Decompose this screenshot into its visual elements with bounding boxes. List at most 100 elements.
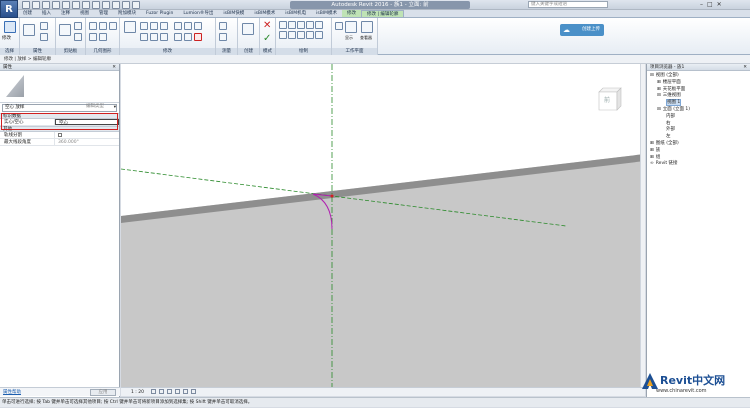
cut-geometry-icon[interactable] bbox=[99, 22, 107, 30]
expand-toggle-icon[interactable]: ⊟ bbox=[650, 73, 654, 78]
tangent-arc-icon[interactable] bbox=[288, 31, 296, 39]
ribbon-tab[interactable]: isBIM模术 bbox=[311, 10, 342, 17]
expand-toggle-icon[interactable]: ⊟ bbox=[657, 107, 661, 112]
rotate-icon[interactable] bbox=[160, 33, 168, 41]
close-icon[interactable]: ✕ bbox=[112, 64, 116, 71]
cope-icon[interactable] bbox=[89, 22, 97, 30]
rectangle-icon[interactable] bbox=[288, 21, 296, 29]
cancel-edit-icon[interactable]: ✕ bbox=[263, 21, 271, 31]
mirror-draw-icon[interactable] bbox=[160, 22, 168, 30]
ribbon-tab[interactable]: 创建 bbox=[18, 10, 37, 17]
close-button[interactable]: ✕ bbox=[717, 1, 722, 9]
align-icon[interactable] bbox=[124, 21, 136, 33]
browser-tree-item[interactable]: ∞ Revit 链接 bbox=[647, 161, 750, 168]
type-properties-icon[interactable] bbox=[40, 22, 48, 30]
dimension-icon[interactable] bbox=[219, 33, 227, 41]
trim-icon[interactable] bbox=[174, 22, 182, 30]
max-segment-angle-field[interactable]: 360.000° bbox=[55, 139, 119, 145]
browser-tree-item[interactable]: ⊞ 族 bbox=[647, 148, 750, 155]
create-icon[interactable] bbox=[242, 23, 254, 35]
browser-tree-item[interactable]: 外部 bbox=[647, 127, 750, 134]
edit-type-button[interactable]: 编辑类型 bbox=[86, 103, 104, 109]
view-cube[interactable]: 前 bbox=[595, 84, 623, 112]
print-icon[interactable] bbox=[62, 1, 70, 9]
scale-icon[interactable] bbox=[174, 33, 182, 41]
ribbon-tab[interactable]: 注释 bbox=[56, 10, 75, 17]
browser-tree-item[interactable]: ⊞ 楼层平面 bbox=[647, 80, 750, 87]
split-face-icon[interactable] bbox=[89, 33, 97, 41]
switch-windows-icon[interactable] bbox=[132, 1, 140, 9]
crop-icon[interactable] bbox=[183, 389, 189, 394]
copy-element-icon[interactable] bbox=[150, 33, 158, 41]
expand-toggle-icon[interactable]: ⊞ bbox=[657, 87, 661, 92]
copy-icon[interactable] bbox=[74, 33, 82, 41]
split-icon[interactable] bbox=[184, 22, 192, 30]
join-icon[interactable] bbox=[109, 22, 117, 30]
trajectory-segment-checkbox[interactable] bbox=[55, 132, 119, 138]
expand-toggle-icon[interactable]: ∞ bbox=[650, 161, 654, 166]
properties-icon[interactable] bbox=[23, 24, 35, 36]
expand-toggle-icon[interactable]: ⊞ bbox=[657, 80, 661, 85]
fillet-arc-icon[interactable] bbox=[297, 31, 305, 39]
delete-icon[interactable] bbox=[194, 33, 202, 41]
apply-button[interactable]: 应用 bbox=[90, 389, 116, 396]
browser-tree-item[interactable]: ⊟ 视图 (全部) bbox=[647, 73, 750, 80]
thin-lines-icon[interactable] bbox=[112, 1, 120, 9]
close-views-icon[interactable] bbox=[122, 1, 130, 9]
move-icon[interactable] bbox=[140, 33, 148, 41]
detail-level-icon[interactable] bbox=[151, 389, 157, 394]
ribbon-tab[interactable]: Lumion®导出 bbox=[178, 10, 218, 17]
browser-tree-item[interactable]: 右 bbox=[647, 121, 750, 128]
spline-icon[interactable] bbox=[306, 31, 314, 39]
mirror-axis-icon[interactable] bbox=[150, 22, 158, 30]
browser-tree-item[interactable]: 内部 bbox=[647, 114, 750, 121]
property-row[interactable]: 最大线段角度 360.000° bbox=[0, 139, 119, 146]
family-types-icon[interactable] bbox=[40, 33, 48, 41]
expand-toggle-icon[interactable]: ⊟ bbox=[657, 93, 661, 98]
cloud-upload-button[interactable]: ☁ 创建上传 bbox=[560, 24, 604, 36]
ribbon-tab[interactable]: 管理 bbox=[94, 10, 113, 17]
ribbon-tab[interactable]: 修改 | 编辑轮廓 bbox=[361, 10, 405, 17]
show-workplane-icon[interactable] bbox=[345, 21, 357, 33]
ribbon-tab[interactable]: 修改 bbox=[342, 10, 362, 17]
properties-help-link[interactable]: 属性帮助 bbox=[3, 390, 21, 395]
3d-view-icon[interactable] bbox=[92, 1, 100, 9]
paste-icon[interactable] bbox=[59, 24, 71, 36]
vertical-scrollbar[interactable] bbox=[640, 64, 645, 387]
browser-tree-item[interactable]: 视图 1 bbox=[647, 99, 750, 107]
browser-tree-item[interactable]: ⊞ 图纸 (全部) bbox=[647, 141, 750, 148]
polygon-icon[interactable] bbox=[297, 21, 305, 29]
set-workplane-icon[interactable] bbox=[335, 22, 343, 30]
line-icon[interactable] bbox=[279, 21, 287, 29]
property-row[interactable]: 轨线分割 bbox=[0, 132, 119, 139]
text-icon[interactable] bbox=[82, 1, 90, 9]
paint-icon[interactable] bbox=[99, 33, 107, 41]
hide-isolate-icon[interactable] bbox=[191, 389, 197, 394]
browser-tree-item[interactable]: 左 bbox=[647, 134, 750, 141]
browser-tree-item[interactable]: ⊟ 立面 (立面 1) bbox=[647, 107, 750, 114]
pin-icon[interactable] bbox=[184, 33, 192, 41]
offset-icon[interactable] bbox=[140, 22, 148, 30]
close-icon[interactable]: ✕ bbox=[743, 64, 747, 71]
start-end-arc-icon[interactable] bbox=[315, 21, 323, 29]
expand-toggle-icon[interactable]: ⊞ bbox=[650, 155, 654, 160]
sun-path-icon[interactable] bbox=[167, 389, 173, 394]
open-icon[interactable] bbox=[22, 1, 30, 9]
circle-icon[interactable] bbox=[306, 21, 314, 29]
center-arc-icon[interactable] bbox=[279, 31, 287, 39]
undo-icon[interactable] bbox=[42, 1, 50, 9]
view-cube-face[interactable]: 前 bbox=[604, 95, 610, 104]
view-scale[interactable]: 1 : 20 bbox=[131, 390, 144, 395]
ribbon-tab[interactable]: 附加模块 bbox=[113, 10, 141, 17]
finish-edit-icon[interactable]: ✓ bbox=[263, 34, 271, 44]
section-icon[interactable] bbox=[102, 1, 110, 9]
measure-icon[interactable] bbox=[72, 1, 80, 9]
ribbon-tab[interactable]: Fuzor Plugin bbox=[141, 10, 178, 17]
cut-icon[interactable] bbox=[74, 22, 82, 30]
redo-icon[interactable] bbox=[52, 1, 60, 9]
search-input[interactable]: 键入关键字或短语 bbox=[528, 1, 608, 8]
ribbon-tab[interactable]: isBIM机电 bbox=[280, 10, 311, 17]
expand-toggle-icon[interactable]: ⊞ bbox=[650, 148, 654, 153]
save-icon[interactable] bbox=[32, 1, 40, 9]
array-icon[interactable] bbox=[194, 22, 202, 30]
